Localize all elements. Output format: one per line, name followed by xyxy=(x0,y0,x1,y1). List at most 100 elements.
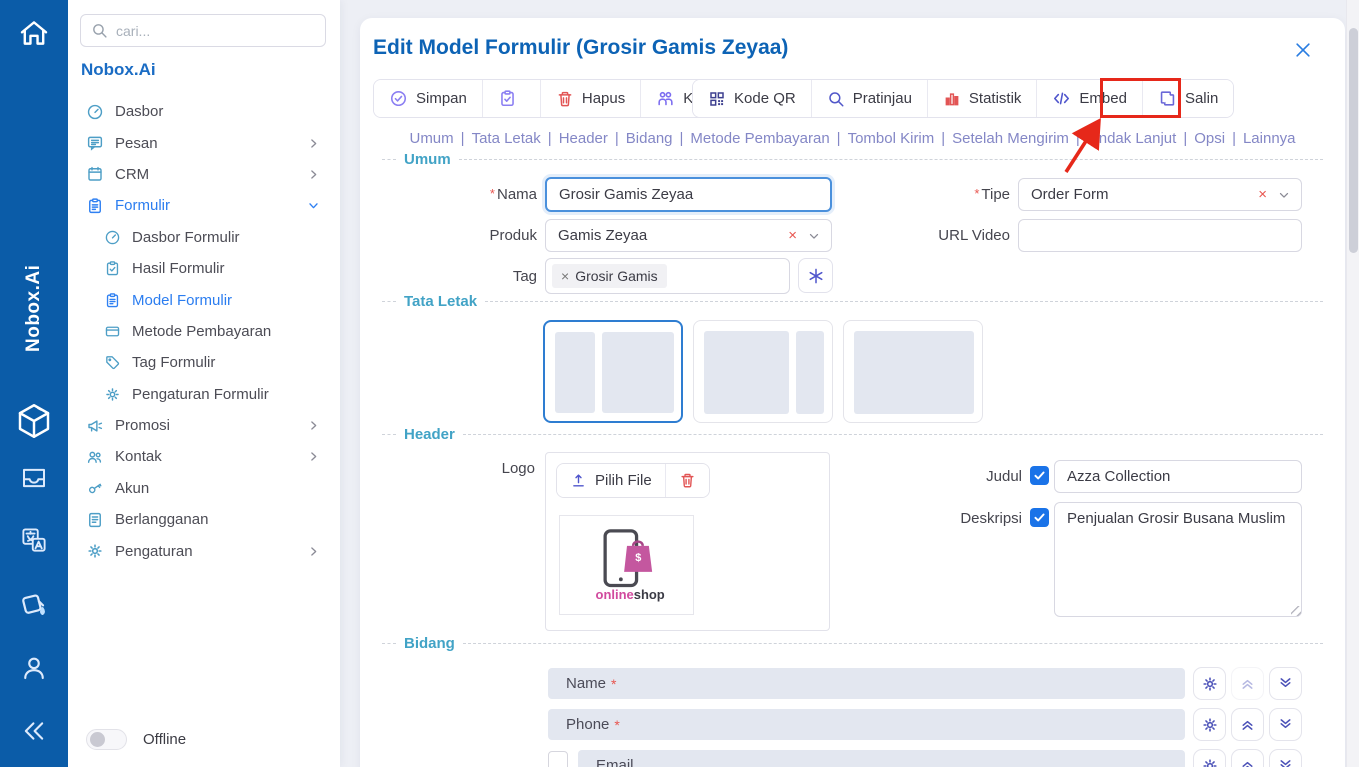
sidebar-menu: Dasbor Pesan CRM Formulir Dasbor Formuli… xyxy=(82,96,330,567)
resize-handle[interactable] xyxy=(1291,606,1301,616)
pilih-file-button[interactable]: Pilih File xyxy=(557,464,666,497)
offline-toggle[interactable] xyxy=(86,729,127,750)
field-settings-button[interactable] xyxy=(1193,708,1226,741)
hapus-button[interactable]: Hapus xyxy=(541,80,641,117)
translate-icon[interactable] xyxy=(18,524,50,556)
layout-option-1[interactable] xyxy=(543,320,683,423)
sidebar-item-kontak[interactable]: Kontak xyxy=(82,441,330,472)
search-icon xyxy=(91,22,108,39)
salin-button[interactable]: Salin xyxy=(1143,80,1233,117)
search-input[interactable] xyxy=(116,23,315,39)
field-move-up-button[interactable] xyxy=(1231,749,1264,767)
sidebar-item-crm[interactable]: CRM xyxy=(82,159,330,190)
simpan-button[interactable]: Simpan xyxy=(374,80,483,117)
tab-bidang[interactable]: Bidang xyxy=(626,130,673,147)
people-icon xyxy=(86,448,104,466)
deskripsi-checkbox[interactable] xyxy=(1030,508,1049,527)
paint-icon[interactable] xyxy=(16,588,52,624)
field-settings-button[interactable] xyxy=(1193,749,1226,767)
collapse-icon[interactable] xyxy=(19,716,49,746)
asterisk-icon xyxy=(806,266,826,286)
field-move-down-button[interactable] xyxy=(1269,667,1302,700)
tab-metode-pembayaran[interactable]: Metode Pembayaran xyxy=(690,130,829,147)
sidebar-item-pengaturan[interactable]: Pengaturan xyxy=(82,535,330,566)
sidebar-item-model-formulir[interactable]: Model Formulir xyxy=(82,284,330,315)
tab-tata-letak[interactable]: Tata Letak xyxy=(472,130,541,147)
sidebar-item-tag-formulir[interactable]: Tag Formulir xyxy=(82,347,330,378)
deskripsi-textarea[interactable]: Penjualan Grosir Busana Muslim xyxy=(1054,502,1302,617)
clear-icon[interactable]: × xyxy=(1258,186,1267,203)
nama-input[interactable] xyxy=(545,177,832,212)
chip-remove-icon[interactable]: × xyxy=(561,268,569,284)
logo-label: Logo xyxy=(405,460,535,477)
sidebar: Nobox.Ai Dasbor Pesan CRM Formulir xyxy=(68,0,340,767)
sidebar-item-akun[interactable]: Akun xyxy=(82,473,330,504)
sidebar-item-dasbor-formulir[interactable]: Dasbor Formulir xyxy=(82,222,330,253)
section-bidang-label: Bidang xyxy=(382,635,1323,652)
tab-opsi[interactable]: Opsi xyxy=(1194,130,1225,147)
gear-icon xyxy=(86,542,104,560)
field-row-phone[interactable]: Phone* xyxy=(548,709,1185,740)
calendar-icon xyxy=(86,165,104,183)
gear-icon xyxy=(1201,675,1219,693)
tipe-label: *Tipe xyxy=(880,186,1010,203)
clear-icon[interactable]: × xyxy=(788,227,797,244)
judul-checkbox[interactable] xyxy=(1030,466,1049,485)
sidebar-item-berlangganan[interactable]: Berlangganan xyxy=(82,504,330,535)
field-settings-button[interactable] xyxy=(1193,667,1226,700)
field-move-down-button[interactable] xyxy=(1269,749,1302,767)
close-icon[interactable] xyxy=(1293,40,1313,60)
layout-option-2[interactable] xyxy=(693,320,833,423)
sidebar-item-formulir[interactable]: Formulir xyxy=(82,190,330,221)
produk-label: Produk xyxy=(407,227,537,244)
tag-icon xyxy=(104,354,121,371)
tab-umum[interactable]: Umum xyxy=(409,130,453,147)
page-scrollbar[interactable] xyxy=(1346,0,1359,767)
cube-logo-icon[interactable] xyxy=(13,398,55,444)
sidebar-item-hasil-formulir[interactable]: Hasil Formulir xyxy=(82,253,330,284)
home-icon[interactable] xyxy=(15,14,53,52)
chevron-down-icon[interactable] xyxy=(807,229,821,243)
field-move-up-button[interactable] xyxy=(1231,708,1264,741)
sidebar-item-pengaturan-formulir[interactable]: Pengaturan Formulir xyxy=(82,379,330,410)
scrollbar-thumb[interactable] xyxy=(1349,28,1358,253)
page-title: Edit Model Formulir (Grosir Gamis Zeyaa) xyxy=(373,36,788,60)
chevron-down-icon[interactable] xyxy=(1277,188,1291,202)
inbox-icon[interactable] xyxy=(18,462,50,494)
sidebar-brand: Nobox.Ai xyxy=(81,60,156,80)
field-move-down-button[interactable] xyxy=(1269,708,1302,741)
tab-header[interactable]: Header xyxy=(559,130,608,147)
produk-select[interactable]: Gamis Zeyaa × xyxy=(545,219,832,252)
clipboard-check-icon xyxy=(498,89,517,108)
wallet-icon xyxy=(104,323,121,340)
clipboard-check-button[interactable] xyxy=(483,80,541,117)
tab-setelah-mengirim[interactable]: Setelah Mengirim xyxy=(952,130,1069,147)
section-tata-letak-label: Tata Letak xyxy=(382,293,1323,310)
statistik-button[interactable]: Statistik xyxy=(928,80,1038,117)
tipe-select[interactable]: Order Form × xyxy=(1018,178,1302,211)
field-row-name[interactable]: Name* xyxy=(548,668,1185,699)
sidebar-item-promosi[interactable]: Promosi xyxy=(82,410,330,441)
tab-lainnya[interactable]: Lainnya xyxy=(1243,130,1296,147)
remove-logo-button[interactable] xyxy=(666,464,709,497)
sidebar-item-pesan[interactable]: Pesan xyxy=(82,127,330,158)
field-move-up-button[interactable] xyxy=(1231,667,1264,700)
sidebar-item-metode-pembayaran[interactable]: Metode Pembayaran xyxy=(82,316,330,347)
sidebar-search[interactable] xyxy=(80,14,326,47)
layout-option-3[interactable] xyxy=(843,320,983,423)
field-row-email[interactable]: Email xyxy=(578,750,1185,767)
tag-input[interactable]: × Grosir Gamis xyxy=(545,258,790,294)
sidebar-item-dasbor[interactable]: Dasbor xyxy=(82,96,330,127)
embed-button[interactable]: Embed xyxy=(1037,80,1143,117)
judul-input[interactable] xyxy=(1054,460,1302,493)
user-icon[interactable] xyxy=(19,652,49,684)
tab-tindak-lanjut[interactable]: Tindak Lanjut xyxy=(1087,130,1177,147)
url-video-input[interactable] xyxy=(1018,219,1302,252)
kode-qr-button[interactable]: Kode QR xyxy=(693,80,812,117)
chevron-right-icon xyxy=(307,168,320,181)
required-asterisk: * xyxy=(974,186,979,201)
pratinjau-button[interactable]: Pratinjau xyxy=(812,80,928,117)
new-tag-button[interactable] xyxy=(798,258,833,293)
email-field-checkbox[interactable] xyxy=(548,751,568,767)
tab-tombol-kirim[interactable]: Tombol Kirim xyxy=(848,130,935,147)
